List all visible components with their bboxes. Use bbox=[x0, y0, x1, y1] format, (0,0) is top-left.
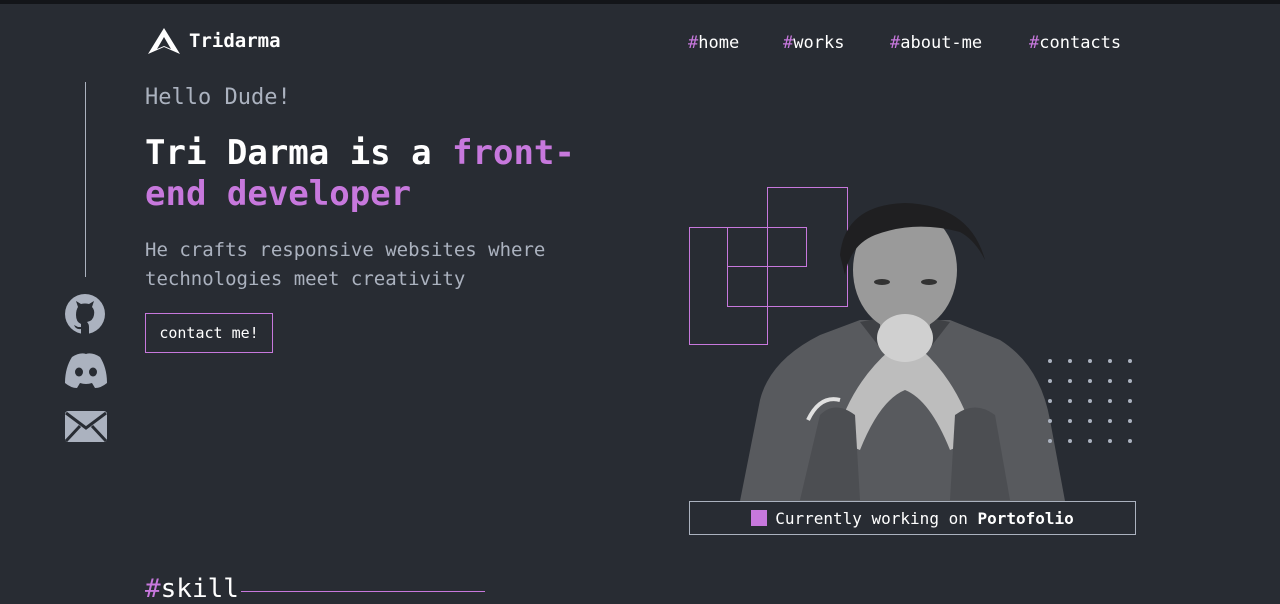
github-link[interactable] bbox=[64, 293, 108, 334]
nav-item-works[interactable]: #works bbox=[783, 33, 844, 53]
top-border bbox=[0, 0, 1280, 4]
dot bbox=[1108, 359, 1112, 363]
dot bbox=[1128, 419, 1132, 423]
dot bbox=[1068, 359, 1072, 363]
status-text: Currently working on Portofolio bbox=[775, 509, 1074, 528]
nav-item-about-me[interactable]: #about-me bbox=[890, 33, 982, 53]
contact-me-button[interactable]: contact me! bbox=[145, 313, 273, 353]
nav-label: contacts bbox=[1039, 33, 1122, 53]
dot bbox=[1128, 359, 1132, 363]
dot bbox=[1108, 419, 1112, 423]
dot bbox=[1048, 359, 1052, 363]
dot bbox=[1128, 399, 1132, 403]
hero-subtitle: He crafts responsive websites where tech… bbox=[145, 239, 546, 290]
dot bbox=[1088, 359, 1092, 363]
github-icon bbox=[65, 294, 105, 334]
status-square-icon bbox=[751, 510, 768, 526]
discord-icon bbox=[65, 353, 107, 388]
dot bbox=[1068, 379, 1072, 383]
decor-dots-grid bbox=[1048, 359, 1132, 443]
profile-photo bbox=[740, 203, 1065, 501]
dot bbox=[1068, 399, 1072, 403]
skills-hash: # bbox=[145, 574, 161, 604]
nav-hash: # bbox=[783, 33, 794, 53]
dot bbox=[1048, 379, 1052, 383]
hero-headline: Tri Darma is a front-end developer bbox=[145, 133, 625, 215]
dot bbox=[1128, 439, 1132, 443]
email-icon bbox=[64, 411, 108, 443]
skills-label: skill bbox=[160, 574, 239, 604]
nav-hash: # bbox=[1029, 33, 1040, 53]
email-link[interactable] bbox=[64, 409, 108, 449]
dot bbox=[1108, 379, 1112, 383]
discord-link[interactable] bbox=[64, 351, 108, 391]
main-nav: #home #works #about-me #contacts bbox=[0, 33, 1128, 53]
dot bbox=[1128, 379, 1132, 383]
dot bbox=[1068, 419, 1072, 423]
nav-item-contacts[interactable]: #contacts bbox=[1029, 33, 1121, 53]
status-prefix: Currently working on bbox=[775, 508, 978, 528]
headline-prefix: Tri Darma is a bbox=[145, 133, 453, 173]
hero-greeting: Hello Dude! bbox=[145, 85, 291, 110]
dot bbox=[1108, 439, 1112, 443]
current-work-status: Currently working on Portofolio bbox=[689, 501, 1136, 535]
dot bbox=[1068, 439, 1072, 443]
nav-label: works bbox=[793, 33, 845, 53]
nav-hash: # bbox=[688, 33, 699, 53]
nav-item-home[interactable]: #home bbox=[688, 33, 739, 53]
dot bbox=[1048, 419, 1052, 423]
nav-hash: # bbox=[890, 33, 901, 53]
status-project: Portofolio bbox=[977, 508, 1074, 528]
dot bbox=[1108, 399, 1112, 403]
dot bbox=[1088, 379, 1092, 383]
dot bbox=[1048, 439, 1052, 443]
dot bbox=[1088, 419, 1092, 423]
dot bbox=[1048, 399, 1052, 403]
social-divider-line bbox=[85, 82, 86, 277]
dot bbox=[1088, 439, 1092, 443]
nav-label: about-me bbox=[900, 33, 983, 53]
skills-title-line bbox=[241, 591, 485, 592]
nav-label: home bbox=[698, 33, 740, 53]
skills-section-title: #skill bbox=[145, 574, 239, 604]
dot bbox=[1088, 399, 1092, 403]
